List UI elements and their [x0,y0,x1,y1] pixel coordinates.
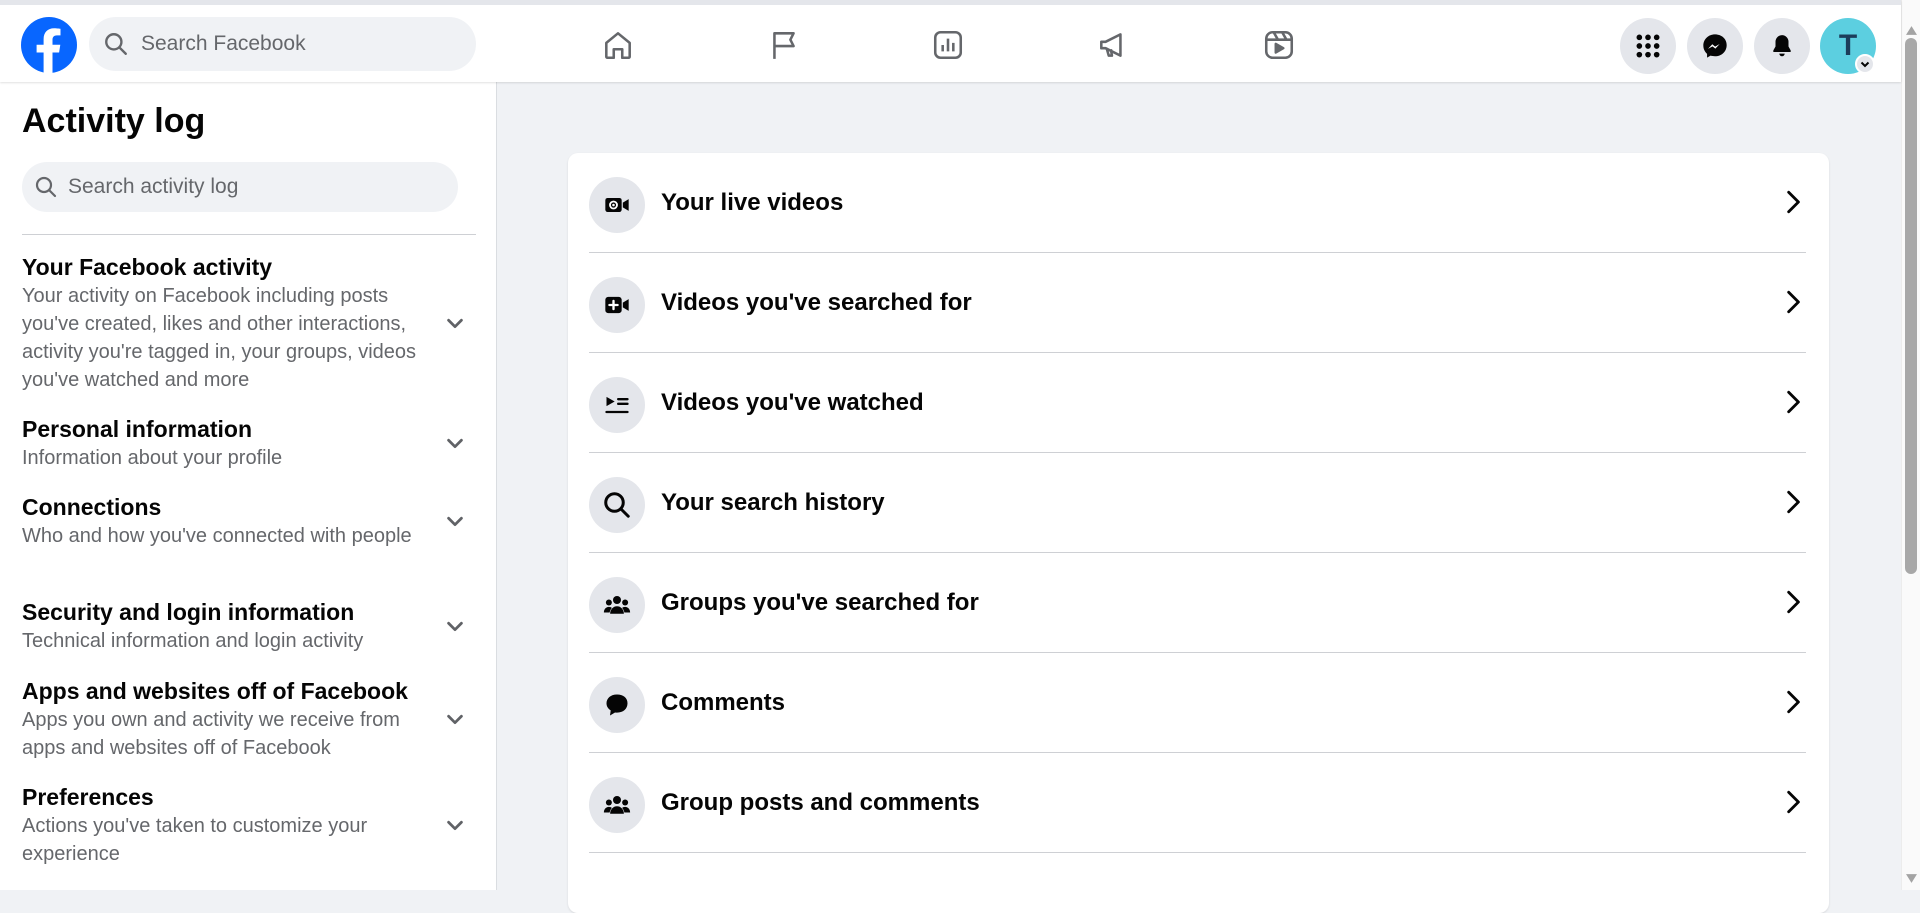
chevron-down-icon[interactable] [444,312,466,334]
watched-videos-icon [589,377,645,433]
chevron-right-icon [1780,489,1806,515]
chevron-right-icon [1780,589,1806,615]
comment-icon [589,677,645,733]
list-item-groups-searched[interactable]: Groups you've searched for [589,553,1806,653]
page-title: Activity log [22,102,206,140]
category-title: Personal information [22,416,253,442]
chevron-right-icon [1780,689,1806,715]
list-item-videos-watched[interactable]: Videos you've watched [589,353,1806,453]
list-item-videos-searched[interactable]: Videos you've searched for [589,253,1806,353]
list-item-search-history[interactable]: Your search history [589,453,1806,553]
category-preferences[interactable]: Preferences Actions you've taken to cust… [22,782,480,868]
groups-icon [589,577,645,633]
category-title: Security and login information [22,599,355,625]
scrollbar-thumb[interactable] [1905,38,1917,574]
page-scrollbar[interactable] [1901,0,1920,890]
facebook-search-input[interactable]: Search Facebook [89,17,476,71]
reels-icon[interactable] [1249,19,1309,71]
video-search-icon [589,277,645,333]
activity-log-search-input[interactable]: Search activity log [22,162,458,212]
category-description: Who and how you've connected with people [22,525,412,547]
home-icon[interactable] [588,19,648,71]
category-description: Information about your profile [22,447,283,469]
list-item-label: Videos you've searched for [661,289,972,316]
category-title: Connections [22,494,162,520]
category-security-and-login[interactable]: Security and login information Technical… [22,597,480,655]
category-description: Apps you own and activity we receive fro… [22,709,400,759]
live-video-icon [589,177,645,233]
groups-icon [589,777,645,833]
search-icon [103,31,129,57]
list-item-label: Your search history [661,489,885,516]
avatar-initial: T [1838,29,1858,62]
category-apps-and-websites[interactable]: Apps and websites off of Facebook Apps y… [22,676,480,762]
chevron-right-icon [1780,189,1806,215]
list-item-label: Videos you've watched [661,389,924,416]
list-item-label: Your live videos [661,189,844,216]
category-your-facebook-activity[interactable]: Your Facebook activity Your activity on … [22,252,480,394]
category-title: Preferences [22,784,154,810]
divider [22,234,476,235]
facebook-search-placeholder: Search Facebook [141,32,306,55]
facebook-logo-icon[interactable] [21,17,77,73]
chevron-down-icon[interactable] [444,708,466,730]
scroll-up-arrow-icon[interactable] [1906,26,1917,36]
chevron-down-icon[interactable] [444,615,466,637]
category-title: Your Facebook activity [22,254,273,280]
pages-flag-icon[interactable] [754,19,814,71]
top-navigation-bar: Search Facebook T [0,0,1901,82]
scroll-down-arrow-icon[interactable] [1906,874,1917,884]
divider [589,852,1806,853]
search-icon [589,477,645,533]
list-item-label: Group posts and comments [661,789,980,816]
list-item-label: Groups you've searched for [661,589,979,616]
activity-log-sidebar: Activity log Search activity log Your Fa… [0,82,497,890]
activity-log-search-placeholder: Search activity log [68,175,239,198]
notifications-bell-icon[interactable] [1754,18,1810,74]
category-title: Apps and websites off of Facebook [22,678,408,704]
list-item-comments[interactable]: Comments [589,653,1806,753]
chevron-right-icon [1780,289,1806,315]
list-item-group-posts-comments[interactable]: Group posts and comments [589,753,1806,853]
messenger-icon[interactable] [1687,18,1743,74]
list-item-label: Comments [661,689,786,716]
category-connections[interactable]: Connections Who and how you've connected… [22,492,480,550]
ad-center-icon[interactable] [1083,19,1143,71]
category-description: Actions you've taken to customize your e… [22,815,368,865]
chevron-right-icon [1780,789,1806,815]
chevron-down-icon[interactable] [444,510,466,532]
chevron-down-icon[interactable] [444,814,466,836]
list-item-your-live-videos[interactable]: Your live videos [589,153,1806,253]
chevron-down-icon[interactable] [444,432,466,454]
category-description: Your activity on Facebook including post… [22,285,417,391]
search-icon [34,175,58,199]
insights-icon[interactable] [918,19,978,71]
chevron-right-icon [1780,389,1806,415]
account-chevron-down-icon[interactable] [1855,54,1875,74]
category-personal-information[interactable]: Personal information Information about y… [22,414,480,472]
menu-grid-icon[interactable] [1620,18,1676,74]
category-description: Technical information and login activity [22,630,364,652]
activity-list-card: Your live videos Videos you've searched … [568,153,1829,913]
